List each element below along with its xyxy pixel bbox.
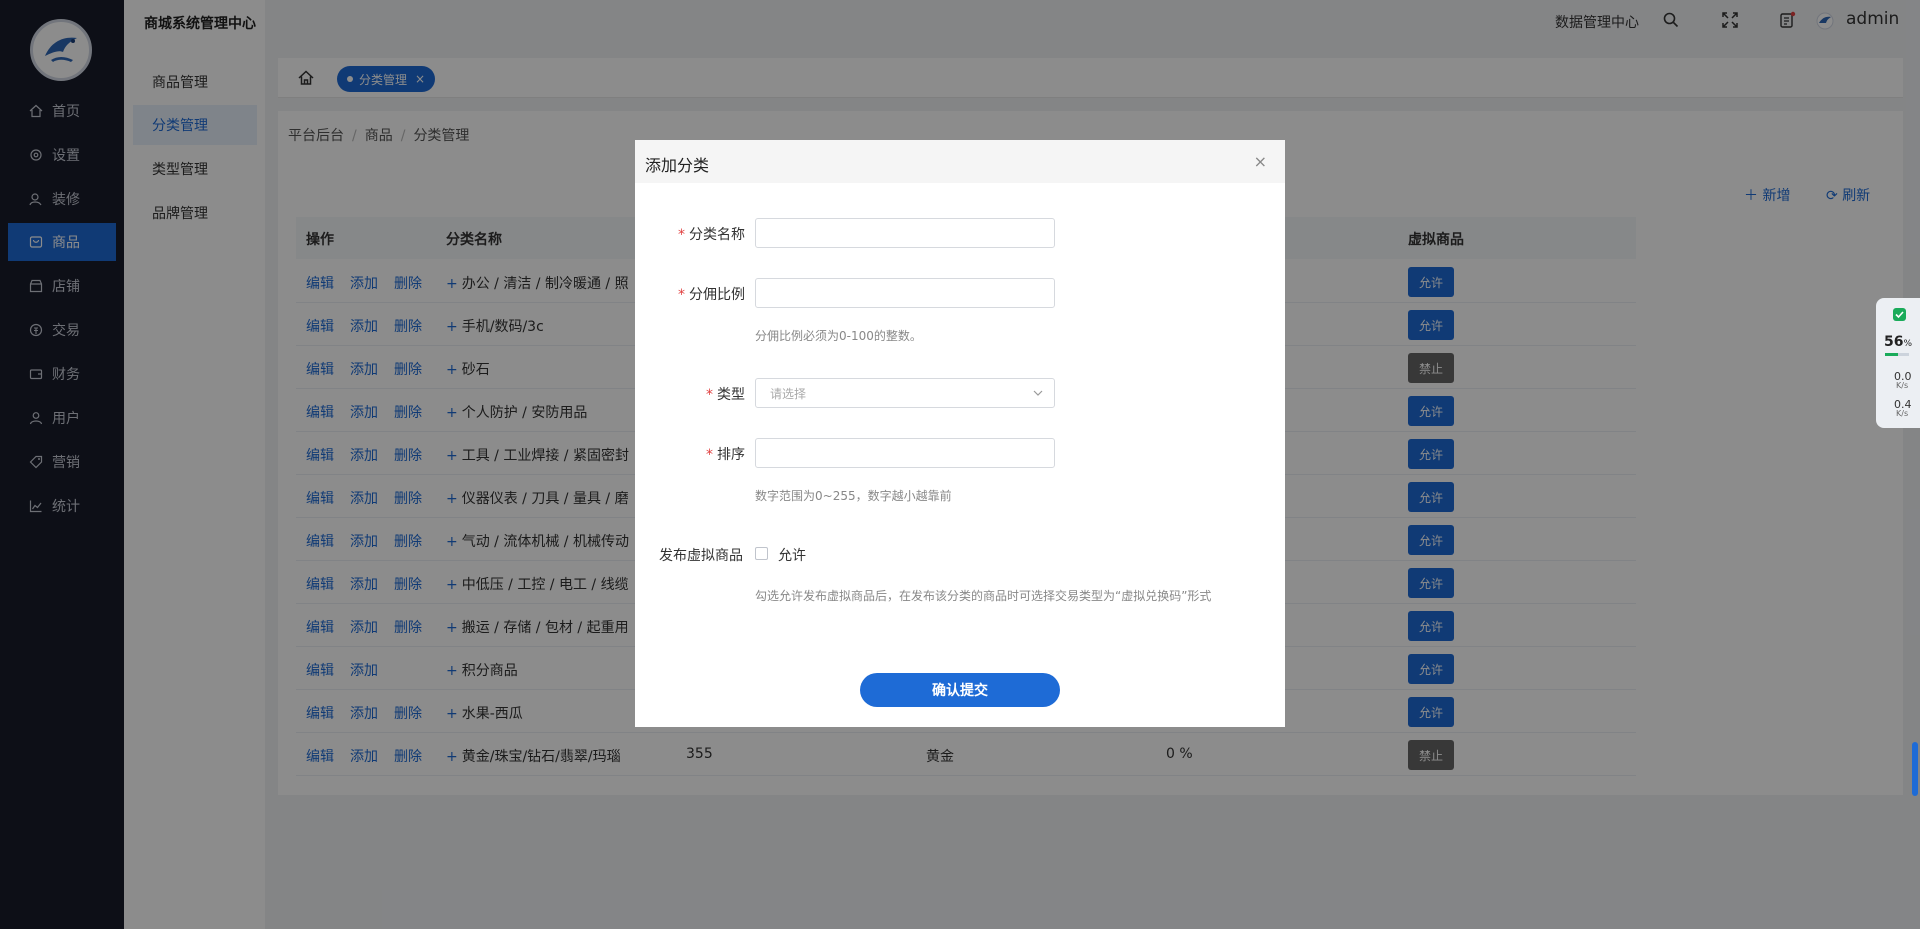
page-scrollbar[interactable] — [1912, 742, 1918, 796]
sort-hint: 数字范围为0~255，数字越小越靠前 — [755, 489, 952, 503]
category-name-label: * 分类名称 — [678, 227, 745, 243]
type-label: * 类型 — [706, 387, 745, 403]
upload-unit: K/s — [1896, 381, 1909, 390]
virtual-goods-checkbox[interactable] — [755, 547, 768, 560]
cpu-bar — [1885, 353, 1909, 356]
sort-label: * 排序 — [706, 447, 745, 463]
commission-label: * 分佣比例 — [678, 287, 745, 303]
download-unit: K/s — [1896, 409, 1909, 418]
type-select-placeholder: 请选择 — [770, 386, 807, 401]
cpu-percent: 56% — [1884, 334, 1913, 350]
category-name-input[interactable] — [755, 218, 1055, 248]
type-select[interactable]: 请选择 — [755, 378, 1055, 408]
add-category-dialog: 添加分类 × * 分类名称 * 分佣比例 分佣比例必须为0-100的整数。 * 类型 … — [635, 140, 1285, 727]
dialog-title: 添加分类 — [645, 156, 710, 175]
chevron-down-icon — [1033, 390, 1043, 396]
submit-button[interactable]: 确认提交 — [860, 673, 1060, 707]
shield-check-icon — [1893, 308, 1906, 321]
net-monitor-widget[interactable]: 56% 0.0 K/s 0.4 K/s — [1876, 298, 1920, 428]
dialog-header: 添加分类 × — [635, 140, 1285, 183]
virtual-goods-hint: 勾选允许发布虚拟商品后，在发布该分类的商品时可选择交易类型为“虚拟兑换码”形式 — [755, 589, 1212, 603]
close-icon[interactable]: × — [1254, 152, 1267, 171]
commission-hint: 分佣比例必须为0-100的整数。 — [755, 329, 922, 343]
virtual-goods-label: 发布虚拟商品 — [659, 548, 743, 564]
sort-input[interactable] — [755, 438, 1055, 468]
commission-input[interactable] — [755, 278, 1055, 308]
virtual-goods-option[interactable]: 允许 — [778, 545, 806, 565]
